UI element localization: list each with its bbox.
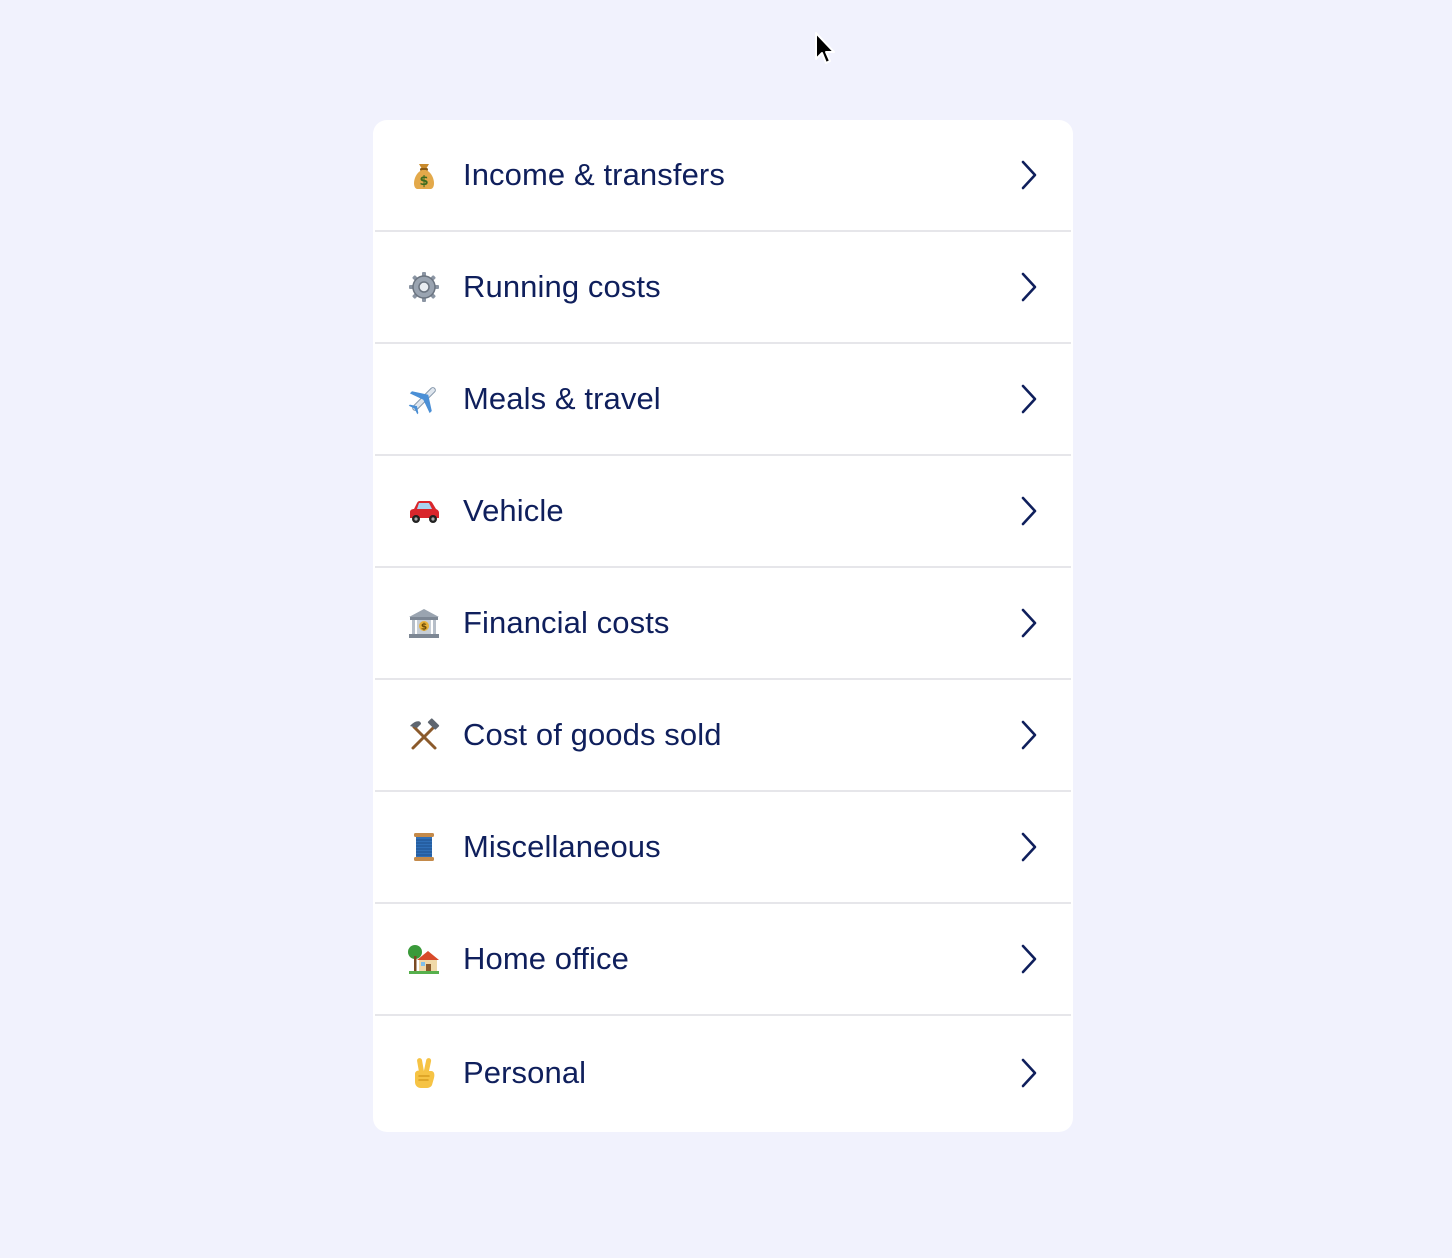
chevron-right-icon	[1021, 720, 1037, 750]
category-row-miscellaneous[interactable]: Miscellaneous	[375, 792, 1071, 904]
bank-icon: $	[407, 606, 441, 640]
category-row-cost-of-goods-sold[interactable]: Cost of goods sold	[375, 680, 1071, 792]
category-row-income-transfers[interactable]: $ Income & transfers	[375, 120, 1071, 232]
money-bag-icon: $	[407, 158, 441, 192]
gear-icon	[407, 270, 441, 304]
category-label: Miscellaneous	[463, 829, 661, 864]
category-label: Income & transfers	[463, 157, 725, 192]
category-label: Cost of goods sold	[463, 717, 722, 752]
category-row-financial-costs[interactable]: $ Financial costs	[375, 568, 1071, 680]
category-list-card: $ Income & transfers Running costs Meals…	[373, 120, 1073, 1132]
chevron-right-icon	[1021, 272, 1037, 302]
category-row-meals-travel[interactable]: Meals & travel	[375, 344, 1071, 456]
mouse-cursor-icon	[815, 32, 835, 64]
hammer-and-pick-icon	[407, 718, 441, 752]
chevron-right-icon	[1021, 160, 1037, 190]
house-with-garden-icon	[407, 942, 441, 976]
category-label: Home office	[463, 941, 629, 976]
svg-text:$: $	[419, 174, 428, 189]
airplane-icon	[407, 382, 441, 416]
category-label: Vehicle	[463, 493, 564, 528]
chevron-right-icon	[1021, 1058, 1037, 1088]
thread-spool-icon	[407, 830, 441, 864]
category-label: Running costs	[463, 269, 661, 304]
category-row-home-office[interactable]: Home office	[375, 904, 1071, 1016]
car-icon	[407, 494, 441, 528]
category-label: Personal	[463, 1055, 587, 1090]
svg-text:$: $	[421, 623, 427, 633]
category-row-personal[interactable]: Personal	[375, 1016, 1071, 1130]
category-row-running-costs[interactable]: Running costs	[375, 232, 1071, 344]
chevron-right-icon	[1021, 944, 1037, 974]
category-label: Meals & travel	[463, 381, 661, 416]
chevron-right-icon	[1021, 832, 1037, 862]
chevron-right-icon	[1021, 496, 1037, 526]
chevron-right-icon	[1021, 384, 1037, 414]
category-label: Financial costs	[463, 605, 670, 640]
chevron-right-icon	[1021, 608, 1037, 638]
victory-hand-icon	[407, 1056, 441, 1090]
category-row-vehicle[interactable]: Vehicle	[375, 456, 1071, 568]
